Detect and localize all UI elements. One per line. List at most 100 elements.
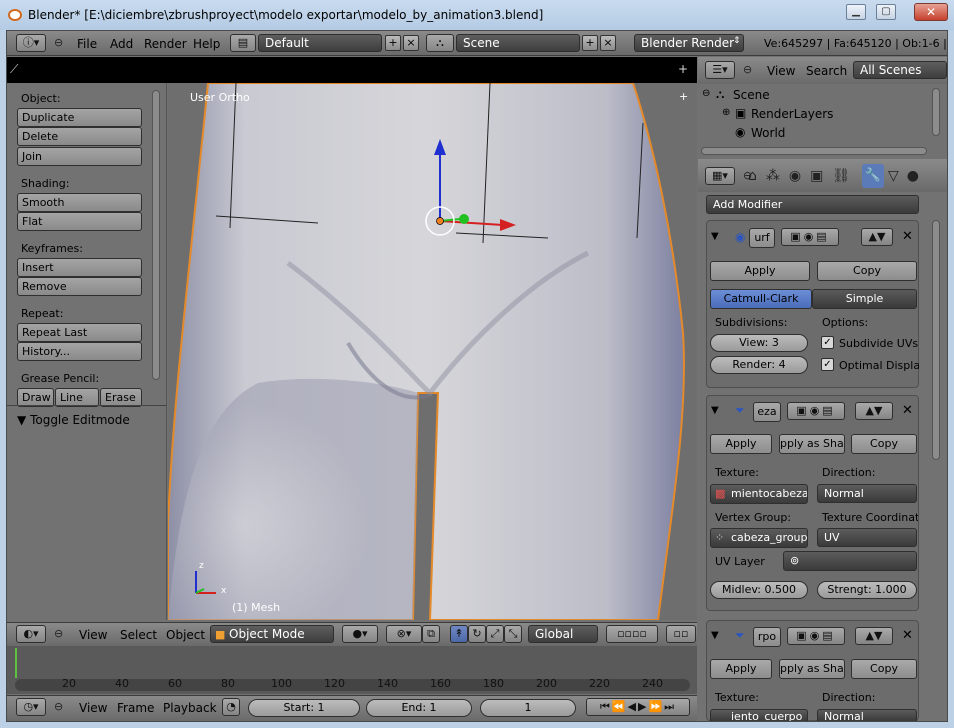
history-button[interactable]: History... bbox=[17, 342, 142, 361]
render-levels-field[interactable]: Render: 4 bbox=[710, 356, 808, 374]
start-frame-field[interactable]: Start: 1 bbox=[248, 699, 360, 717]
rotate-icon[interactable]: ↻ bbox=[468, 625, 486, 643]
tool-shelf-scrollbar[interactable] bbox=[152, 90, 160, 380]
timeline-menu-playback[interactable]: Playback bbox=[163, 701, 217, 715]
translate-icon[interactable]: ↟ bbox=[450, 625, 468, 643]
duplicate-button[interactable]: Duplicate bbox=[17, 108, 142, 127]
vertex-group-field[interactable]: cabeza_group bbox=[710, 528, 808, 548]
subdivide-uvs-checkbox[interactable]: ✓ bbox=[821, 336, 834, 349]
menu-help[interactable]: Help bbox=[193, 37, 220, 51]
viewport-shading-icon[interactable]: ●▾ bbox=[342, 625, 378, 643]
remove-scene-icon[interactable]: × bbox=[600, 35, 616, 51]
expand-icon[interactable]: ⊕ bbox=[722, 107, 730, 118]
menu-select[interactable]: Select bbox=[120, 628, 157, 642]
view-levels-field[interactable]: View: 3 bbox=[710, 334, 808, 352]
editor-type-timeline-icon[interactable]: ◷▾ bbox=[16, 698, 46, 716]
collapse-menu-icon-2[interactable]: ⊖ bbox=[54, 627, 63, 640]
outliner-hscrollbar[interactable] bbox=[701, 147, 927, 155]
add-region-icon-2[interactable]: + bbox=[679, 90, 688, 103]
modifier-name-field[interactable]: urf bbox=[749, 228, 775, 248]
timeline-menu-frame[interactable]: Frame bbox=[117, 701, 154, 715]
texture-coordinate-select[interactable]: UV bbox=[817, 528, 917, 547]
outliner-menu-search[interactable]: Search bbox=[806, 64, 847, 78]
render-engine-select[interactable]: Blender Render bbox=[634, 34, 744, 52]
collapse-menu-icon[interactable]: ⊖ bbox=[54, 36, 63, 49]
collapse-triangle-icon[interactable]: ▼ bbox=[711, 405, 719, 416]
maximize-icon[interactable]: ▢ bbox=[876, 4, 896, 20]
y-axis-handle[interactable] bbox=[459, 214, 469, 224]
menu-add[interactable]: Add bbox=[110, 37, 133, 51]
uv-layer-field[interactable]: ⊚ bbox=[783, 551, 917, 571]
optimal-display-checkbox[interactable]: ✓ bbox=[821, 358, 834, 371]
remove-modifier-icon[interactable]: ✕ bbox=[902, 229, 913, 244]
editor-type-properties-icon[interactable]: ▦▾ bbox=[705, 167, 735, 185]
texture-field[interactable]: iento_cuerpo bbox=[710, 709, 808, 721]
collapse-triangle-icon[interactable]: ▼ bbox=[711, 231, 719, 242]
menu-file[interactable]: File bbox=[77, 37, 97, 51]
remove-modifier-icon[interactable]: ✕ bbox=[902, 628, 913, 643]
end-frame-field[interactable]: End: 1 bbox=[366, 699, 472, 717]
minimize-icon[interactable]: ▁ bbox=[846, 4, 866, 20]
properties-scrollbar[interactable] bbox=[932, 220, 940, 460]
add-region-icon[interactable]: + bbox=[678, 62, 688, 76]
editor-type-outliner-icon[interactable]: ☰▾ bbox=[705, 61, 735, 79]
modifier-visibility-icons[interactable]: ▣◉▤ bbox=[787, 627, 845, 645]
editor-type-3dview-icon[interactable]: ◐▾ bbox=[16, 625, 46, 643]
expand-icon[interactable]: ⊖ bbox=[702, 88, 710, 99]
outliner-filter-select[interactable]: All Scenes bbox=[853, 61, 947, 79]
subsurf-copy-button[interactable]: Copy bbox=[817, 261, 917, 281]
smooth-button[interactable]: Smooth bbox=[17, 193, 142, 212]
operator-panel-header[interactable]: ▼ Toggle Editmode bbox=[17, 413, 130, 427]
pivot-point-icon[interactable]: ⊗▾ bbox=[386, 625, 422, 643]
editor-type-info-icon[interactable]: ⓘ▾ bbox=[16, 34, 46, 52]
direction-select[interactable]: Normal bbox=[817, 709, 917, 723]
scene-field[interactable]: Scene bbox=[456, 34, 580, 52]
outliner-scrollbar[interactable] bbox=[932, 88, 940, 136]
subsurf-apply-button[interactable]: Apply bbox=[710, 261, 810, 281]
repeat-last-button[interactable]: Repeat Last bbox=[17, 323, 142, 342]
remove-layout-icon[interactable]: × bbox=[403, 35, 419, 51]
modifier-name-field[interactable]: rpo bbox=[753, 627, 781, 647]
scale-icon[interactable]: ⤢ bbox=[486, 625, 504, 643]
timeline-menu-view[interactable]: View bbox=[79, 701, 107, 715]
collapse-menu-icon-3[interactable]: ⊖ bbox=[54, 700, 63, 713]
screen-layout-field[interactable]: Default bbox=[258, 34, 382, 52]
screen-layout-icon[interactable]: ▤ bbox=[230, 34, 256, 52]
add-layout-icon[interactable]: + bbox=[385, 35, 401, 51]
close-icon[interactable]: ✕ bbox=[914, 3, 948, 21]
properties-context-tabs-2[interactable]: ▽● bbox=[888, 168, 927, 184]
playback-controls-icon[interactable]: ⏮⏪◀▶⏩⏭ bbox=[586, 698, 690, 716]
insert-keyframe-button[interactable]: Insert bbox=[17, 258, 142, 277]
manipulator-toggle-icon[interactable]: ⧉ bbox=[422, 625, 440, 643]
properties-context-tabs[interactable]: ⌂⁂◉▣⛓ bbox=[748, 168, 859, 184]
simple-tab[interactable]: Simple bbox=[812, 289, 917, 309]
displace2-apply-button[interactable]: Apply bbox=[710, 659, 772, 679]
outliner-scene[interactable]: Scene bbox=[733, 88, 770, 102]
outliner-menu-view[interactable]: View bbox=[767, 64, 795, 78]
remove-modifier-icon[interactable]: ✕ bbox=[902, 403, 913, 418]
transform-icon[interactable]: ⤡ bbox=[504, 625, 522, 643]
modifier-name-field[interactable]: eza bbox=[753, 402, 781, 422]
layers-icon-2[interactable]: ▫▫ bbox=[666, 625, 696, 643]
add-scene-icon[interactable]: + bbox=[582, 35, 598, 51]
outliner-world[interactable]: World bbox=[751, 126, 785, 140]
move-up-down-icon[interactable]: ▲▼ bbox=[855, 627, 893, 645]
collapse-menu-icon-4[interactable]: ⊖ bbox=[743, 63, 752, 76]
add-modifier-select[interactable]: Add Modifier bbox=[706, 195, 919, 214]
catmull-clark-tab[interactable]: Catmull-Clark bbox=[710, 289, 812, 309]
menu-object[interactable]: Object bbox=[166, 628, 205, 642]
displace1-apply-shape-button[interactable]: pply as Shap bbox=[779, 434, 845, 454]
displace1-apply-button[interactable]: Apply bbox=[710, 434, 772, 454]
menu-render[interactable]: Render bbox=[144, 37, 187, 51]
current-frame-field[interactable]: 1 bbox=[480, 699, 576, 717]
direction-select[interactable]: Normal bbox=[817, 484, 917, 503]
3d-viewport[interactable] bbox=[168, 83, 697, 620]
displace1-copy-button[interactable]: Copy bbox=[851, 434, 917, 454]
displace2-copy-button[interactable]: Copy bbox=[851, 659, 917, 679]
displace2-apply-shape-button[interactable]: pply as Shap bbox=[779, 659, 845, 679]
modifier-visibility-icons[interactable]: ▣◉▤ bbox=[781, 228, 839, 246]
flat-button[interactable]: Flat bbox=[17, 212, 142, 231]
strength-field[interactable]: Strengt: 1.000 bbox=[817, 581, 917, 599]
preview-range-icon[interactable]: ◔ bbox=[222, 698, 240, 716]
move-up-down-icon[interactable]: ▲▼ bbox=[861, 228, 893, 246]
